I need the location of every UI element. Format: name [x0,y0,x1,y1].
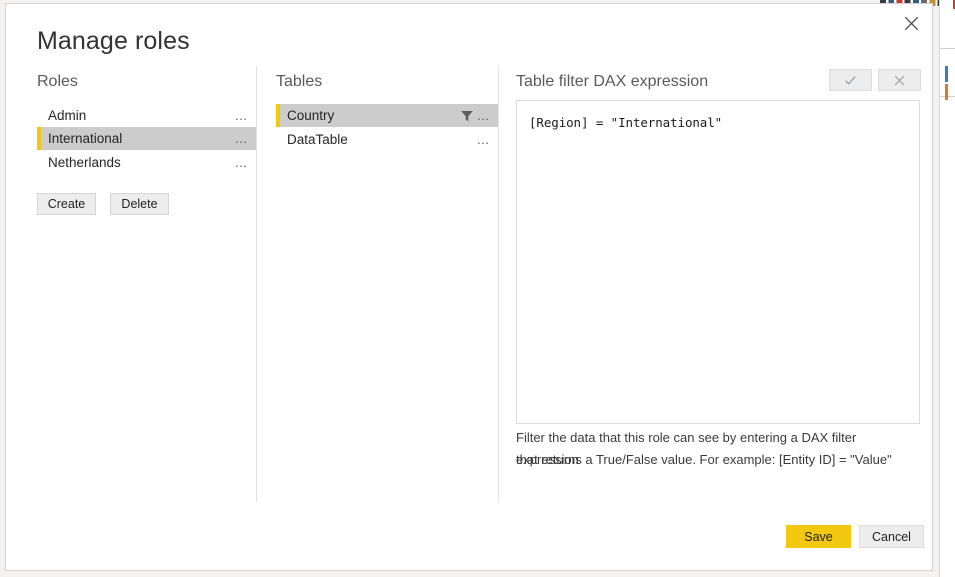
roles-list-item-label: Admin [48,108,87,123]
dax-expression-editor[interactable] [516,100,920,424]
accept-expression-button[interactable] [829,69,872,91]
dax-help-line-2: that returns a True/False value. For exa… [516,452,892,467]
roles-list-item-international[interactable]: International … [37,127,256,150]
tables-heading: Tables [276,73,323,90]
cancel-button[interactable]: Cancel [859,525,924,548]
page-title: Manage roles [37,27,190,55]
roles-list-item-label: International [48,131,123,146]
roles-tables-divider [256,66,257,502]
roles-item-menu-icon[interactable]: … [235,109,257,122]
tables-list-item-label: Country [287,108,335,123]
close-icon[interactable] [894,8,928,38]
tables-item-menu-icon[interactable]: … [477,133,499,146]
roles-heading: Roles [37,73,78,90]
dax-expression-heading: Table filter DAX expression [516,73,709,90]
tables-list-item-datatable[interactable]: DataTable … [276,128,498,151]
tables-item-menu-icon[interactable]: … [477,109,499,122]
roles-item-menu-icon[interactable]: … [235,156,257,169]
roles-list-item-netherlands[interactable]: Netherlands … [37,151,256,174]
create-role-button[interactable]: Create [37,193,96,215]
save-button[interactable]: Save [786,525,851,548]
manage-roles-dialog: Manage roles Roles Admin … International… [5,3,933,571]
background-right-panel [939,0,955,577]
dax-expression-input [517,101,919,423]
tables-dax-divider [498,66,499,502]
filter-icon [460,109,477,123]
tables-list-item-label: DataTable [287,132,348,147]
roles-item-menu-icon[interactable]: … [235,132,257,145]
background-accent-tick [945,66,948,82]
delete-role-button[interactable]: Delete [110,193,169,215]
roles-list-item-label: Netherlands [48,155,121,170]
discard-expression-button[interactable] [878,69,921,91]
background-panel-divider [939,48,955,49]
background-accent-tick [945,84,948,100]
roles-list-item-admin[interactable]: Admin … [37,104,256,127]
tables-list-item-country[interactable]: Country … [276,104,498,127]
